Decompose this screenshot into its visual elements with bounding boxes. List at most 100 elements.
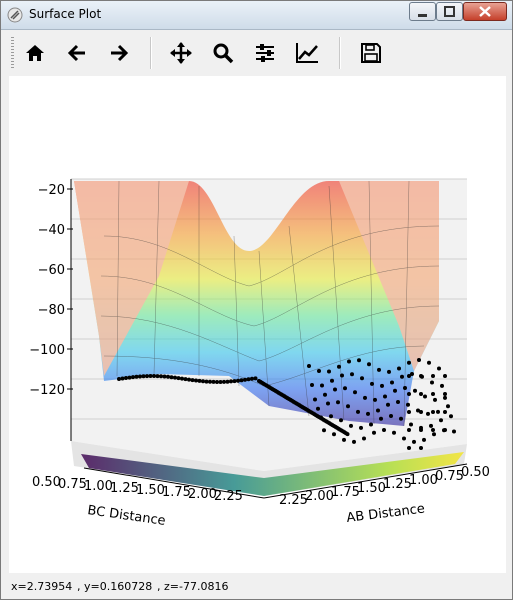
toolbar-separator [150,37,152,69]
home-icon [26,45,44,61]
zoom-button[interactable] [207,37,239,69]
trajectory-point [363,395,367,400]
ab-axis-label: AB Distance [346,501,426,525]
arrow-left-icon [67,44,85,62]
z-tick-label: −120 [29,383,65,398]
trajectory-point [127,375,132,380]
forward-button[interactable] [103,37,135,69]
ab-tick-label: 0.75 [435,469,464,484]
trajectory-point [407,410,411,414]
trajectory-point [152,374,156,378]
status-bar: x=2.73954 , y=0.160728 , z=-77.0816 [9,577,506,597]
trajectory-point [243,377,247,382]
trajectory-point [373,397,377,402]
minimize-icon [418,14,427,17]
bc-tick-label: 1.75 [162,485,191,500]
trajectory-point [229,379,233,384]
trajectory-point [366,411,370,416]
trajectory-point [124,376,128,380]
ab-tick-label: 1.75 [331,485,360,500]
trajectory-point [155,374,160,379]
trajectory-point [333,387,337,392]
trajectory-point [422,437,426,442]
configure-subplots-button[interactable] [249,37,281,69]
trajectory-point [359,425,363,430]
trajectory-point [327,369,331,374]
trajectory-point [313,397,317,402]
trajectory-point [225,379,230,384]
trajectory-point [211,379,216,384]
trajectory-point [431,410,435,414]
trajectory-point [379,416,383,421]
trajectory-point [340,373,344,378]
maximize-icon [444,6,455,17]
trajectory-point [204,379,209,384]
trajectory-point [423,394,427,399]
close-icon [479,6,491,17]
trajectory-point [332,432,336,437]
toolbar-separator [339,37,341,69]
trajectory-point [430,380,434,385]
trajectory-point [439,418,443,423]
trajectory-point [382,428,386,432]
sliders-icon [256,44,274,62]
back-button[interactable] [61,37,93,69]
trajectory-point [443,410,447,414]
trajectory-point [406,402,410,407]
ab-tick-label: 1.50 [357,481,386,496]
z-tick-label: −100 [29,343,65,358]
trajectory-point [431,374,435,378]
trajectory-point [337,364,341,369]
trajectory-point [326,401,330,406]
trajectory-point [316,406,320,411]
navigation-toolbar [9,31,506,75]
trajectory-point [166,374,170,379]
trajectory-point [419,446,423,450]
home-button[interactable] [19,37,51,69]
ab-tick-label: 0.50 [461,465,490,480]
status-y: , y=0.160728 [77,580,153,593]
trajectory-point [402,436,406,441]
figure-canvas[interactable]: −20 −40 −60 −80 −100 −120 0.50 0.75 1.00 1.25 1.5… [9,76,506,573]
save-button[interactable] [355,37,387,69]
trajectory-point [443,392,447,396]
trajectory-point [407,428,411,432]
edit-axis-button[interactable] [291,37,323,69]
ab-tick-label: 2.25 [279,493,308,508]
trajectory-point [159,374,163,379]
trajectory-point [407,360,411,365]
trajectory-point [362,436,366,441]
trajectory-point [201,379,205,384]
trajectory-point [253,376,258,381]
trajectory-point [349,423,353,428]
trajectory-point [449,414,453,419]
trajectory-point [307,364,311,368]
minimize-button[interactable] [409,2,436,21]
trajectory-point [117,377,121,381]
trajectory-point [232,379,237,384]
trajectory-point [443,374,447,378]
figure-window: Surface Plot −20 −40 −60 −80 −100 −120 0… [0,0,513,600]
trajectory-point [197,378,202,383]
z-tick-label: −80 [38,303,65,318]
trajectory-point [180,376,184,381]
surface-plot[interactable]: −20−40−60−80−100−120 0.500.751.001.251.5… [9,76,506,573]
bc-tick-label: 1.25 [110,481,139,496]
maximize-button[interactable] [436,2,463,21]
trajectory-point [357,358,361,363]
trajectory-point [370,381,374,386]
close-button[interactable] [463,2,507,21]
trajectory-point [310,383,314,387]
trajectory-point [145,374,149,379]
ab-tick-label: 2.00 [305,489,334,504]
trajectory-point [419,410,423,414]
toolbar-grip[interactable] [11,37,14,69]
trajectory-point [437,366,441,371]
trajectory-point [389,414,393,418]
trajectory-point [134,374,139,379]
trajectory-point [345,432,350,437]
pan-button[interactable] [165,37,197,69]
ab-tick-label: 1.25 [383,477,412,492]
trajectory-point [347,359,351,364]
trajectory-point [367,362,371,367]
